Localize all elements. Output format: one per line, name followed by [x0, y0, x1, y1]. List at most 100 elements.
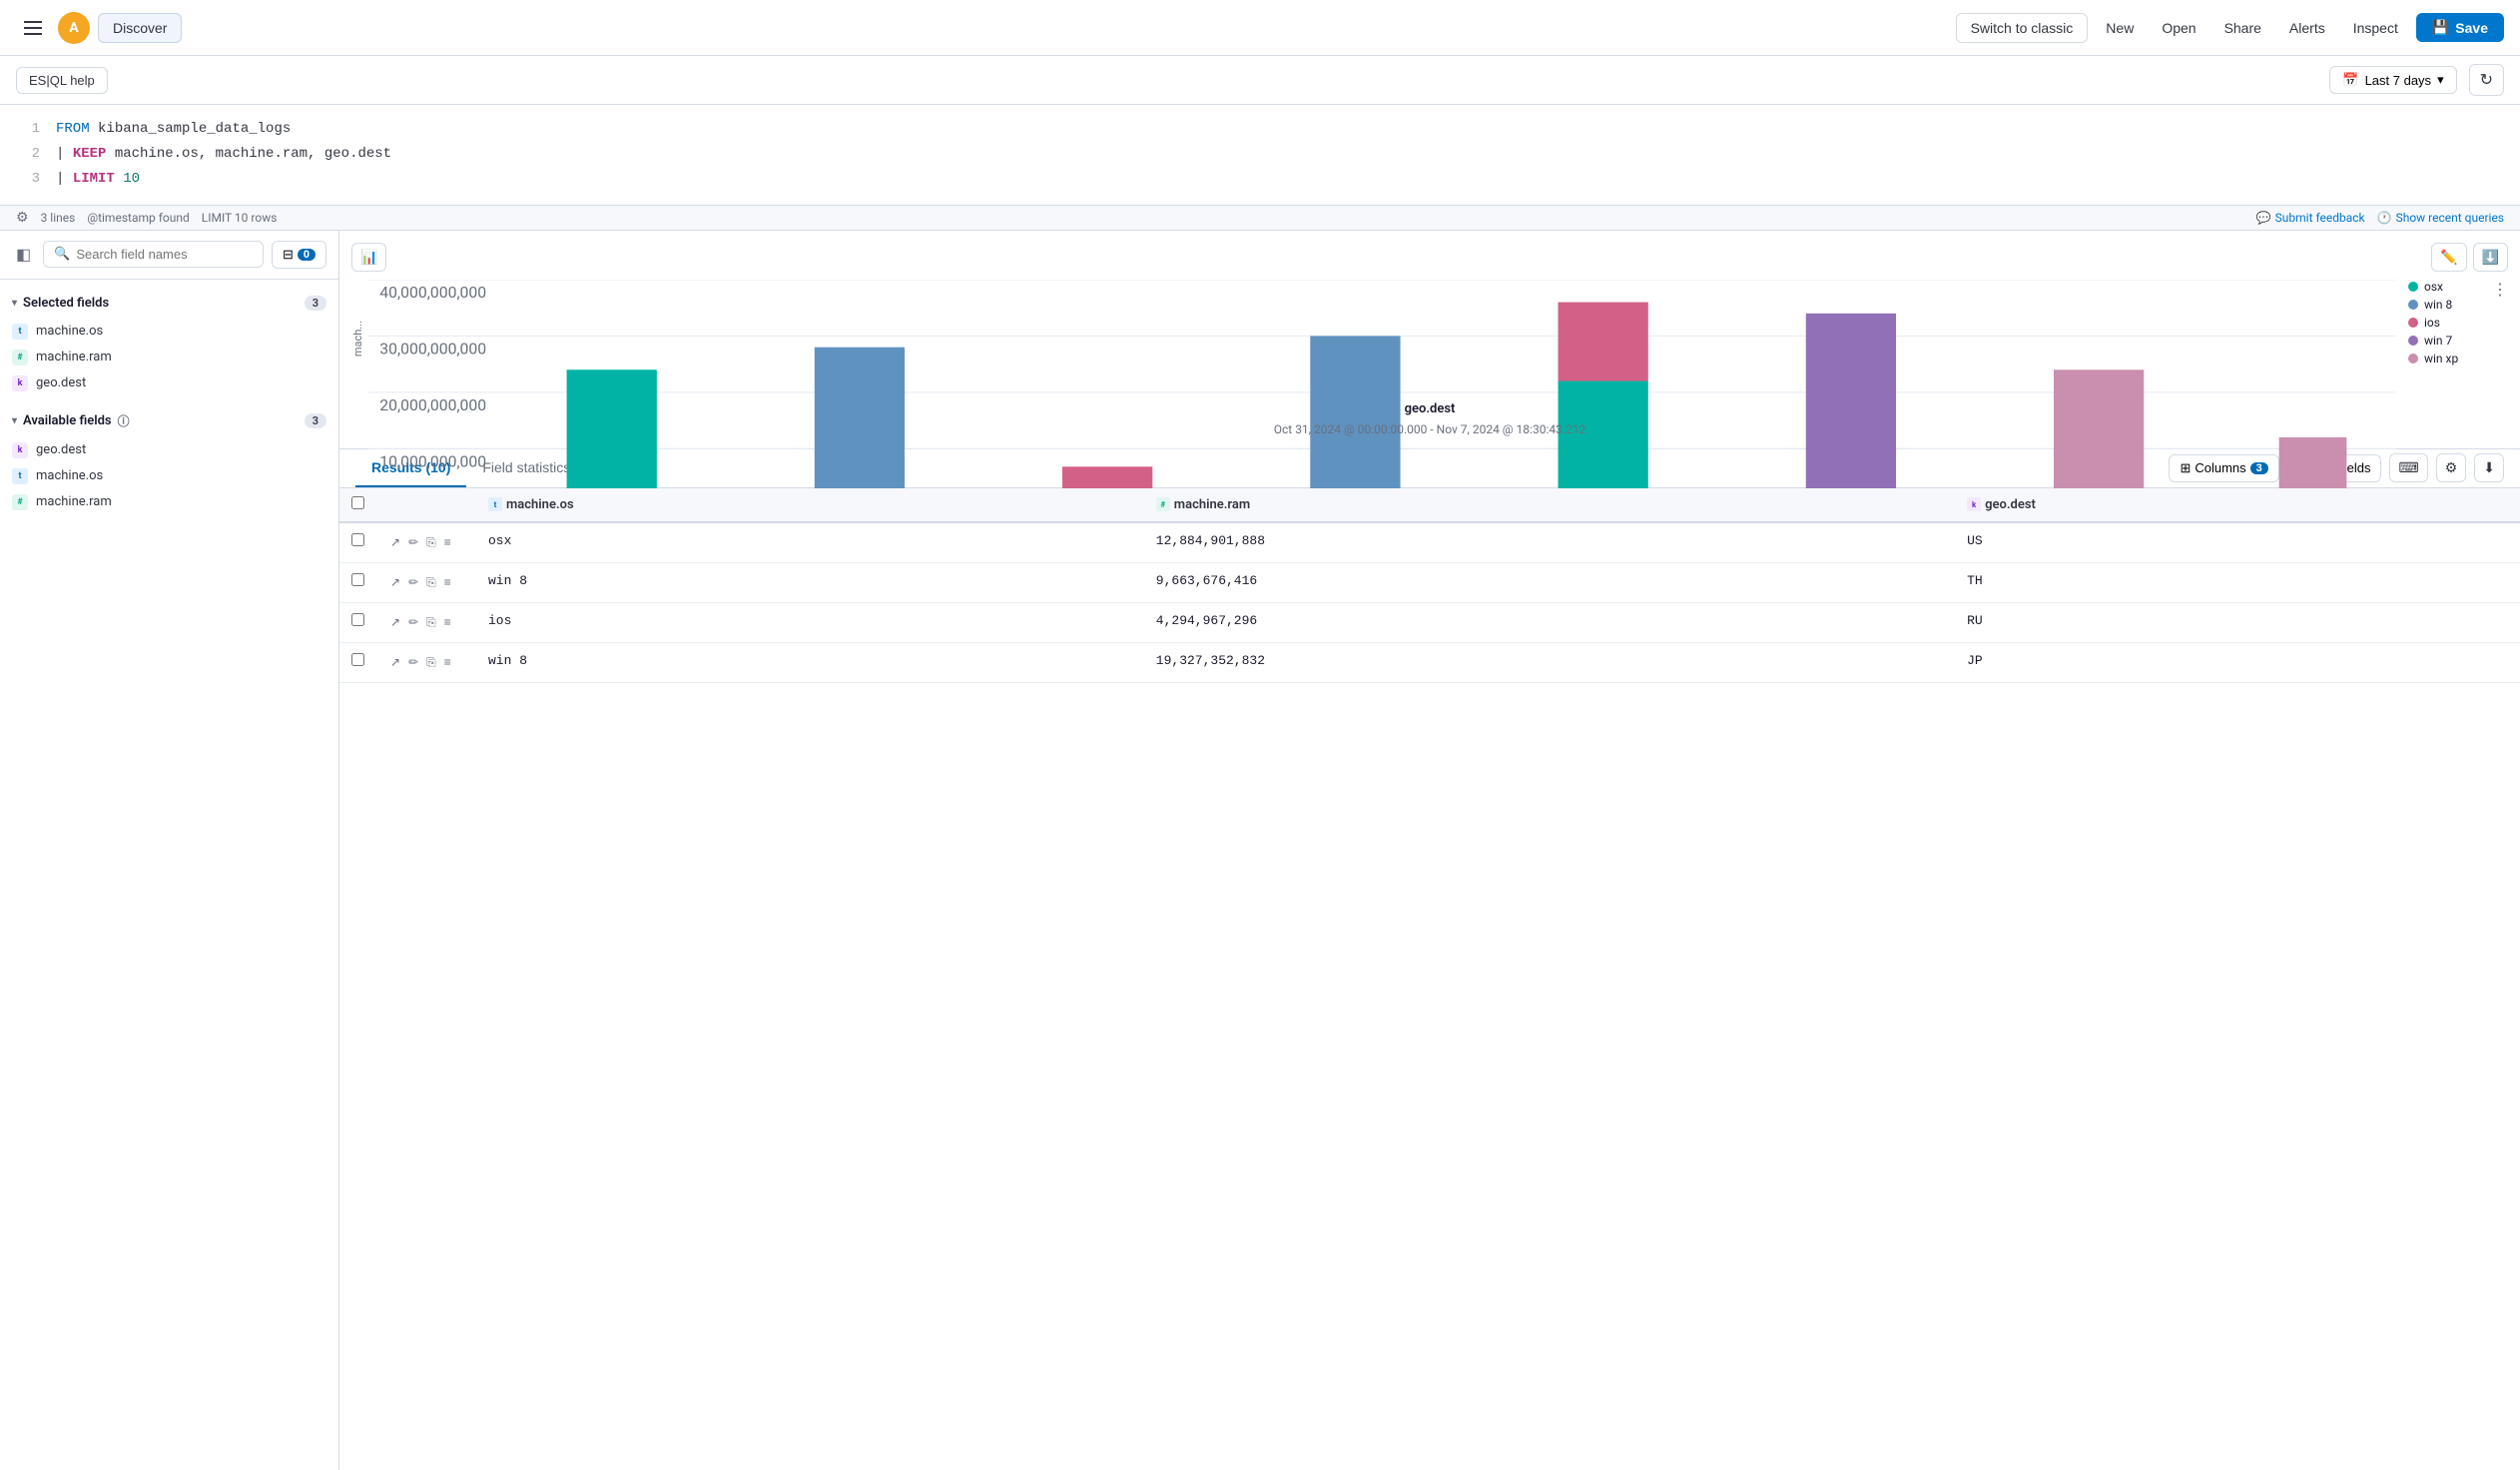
expand-row-button[interactable]: ↗ — [388, 613, 402, 631]
cell-machine-os: win 8 — [476, 562, 1144, 602]
more-row-button[interactable]: ≡ — [442, 613, 453, 631]
row-checkbox[interactable] — [351, 653, 364, 666]
chart-toggle-button[interactable]: 📊 — [351, 243, 386, 272]
copy-row-button[interactable]: ⎘ — [424, 573, 438, 592]
status-icon: ⚙ — [16, 210, 29, 226]
submit-feedback-link[interactable]: 💬 Submit feedback — [2256, 211, 2365, 225]
cell-machine-ram: 19,327,352,832 — [1144, 642, 1955, 682]
field-item-machine-ram-available[interactable]: # machine.ram — [0, 489, 338, 515]
type-badge-hash: # — [12, 494, 28, 510]
row-checkbox-cell — [339, 522, 376, 563]
hamburger-menu[interactable] — [16, 13, 50, 43]
status-bar: ⚙ 3 lines @timestamp found LIMIT 10 rows… — [0, 206, 2520, 231]
chart-download-button[interactable]: ⬇️ — [2473, 243, 2508, 272]
th-machine-ram: # machine.ram — [1144, 488, 1955, 522]
row-checkbox[interactable] — [351, 533, 364, 546]
edit-row-button[interactable]: ✏ — [406, 653, 420, 671]
date-picker-button[interactable]: 📅 Last 7 days ▾ — [2329, 66, 2456, 94]
legend-win7: win 7 — [2408, 334, 2488, 348]
cell-machine-os: osx — [476, 522, 1144, 563]
editor-line-1: 1 FROM kibana_sample_data_logs — [20, 117, 2500, 142]
chart-area: 📊 ✏️ ⬇️ mach... — [339, 231, 2520, 449]
type-badge-t: t — [12, 468, 28, 484]
discover-button[interactable]: Discover — [98, 13, 182, 43]
row-actions-cell: ↗ ✏ ⎘ ≡ — [376, 642, 476, 682]
filter-button[interactable]: ⊟ 0 — [272, 241, 326, 269]
table-row: ↗ ✏ ⎘ ≡ osx 12,884,901,888 US — [339, 522, 2520, 563]
timestamp-info: @timestamp found — [87, 211, 189, 225]
th-actions — [376, 488, 476, 522]
expand-row-button[interactable]: ↗ — [388, 533, 402, 551]
row-checkbox-cell — [339, 602, 376, 642]
legend-menu-button[interactable]: ⋮ — [2492, 280, 2508, 300]
col-type-k: k — [1967, 497, 1981, 511]
more-row-button[interactable]: ≡ — [442, 573, 453, 591]
editor-line-3: 3 | LIMIT 10 — [20, 167, 2500, 192]
available-fields-count: 3 — [305, 413, 326, 428]
search-box[interactable]: 🔍 — [43, 241, 264, 268]
copy-row-button[interactable]: ⎘ — [424, 613, 438, 632]
show-queries-link[interactable]: 🕐 Show recent queries — [2377, 211, 2504, 225]
available-fields-header[interactable]: ▾ Available fields ⓘ 3 — [0, 404, 338, 437]
esql-help-button[interactable]: ES|QL help — [16, 67, 108, 94]
query-editor[interactable]: 1 FROM kibana_sample_data_logs 2 | KEEP … — [0, 105, 2520, 206]
type-badge-k: k — [12, 442, 28, 458]
edit-row-button[interactable]: ✏ — [406, 613, 420, 631]
chart-toolbar: 📊 ✏️ ⬇️ — [351, 243, 2508, 272]
more-row-button[interactable]: ≡ — [442, 653, 453, 671]
row-checkbox[interactable] — [351, 613, 364, 626]
cell-machine-ram: 4,294,967,296 — [1144, 602, 1955, 642]
inspect-button[interactable]: Inspect — [2343, 14, 2408, 42]
field-item-geo-dest-available[interactable]: k geo.dest — [0, 437, 338, 463]
svg-text:10,000,000,000: 10,000,000,000 — [379, 451, 486, 470]
data-table: t machine.os # machine.ram — [339, 488, 2520, 683]
field-item-machine-ram-selected[interactable]: # machine.ram — [0, 345, 338, 370]
field-toggle-button[interactable]: ◧ — [12, 241, 35, 269]
selected-fields-count: 3 — [305, 296, 326, 311]
clock-icon: 🕐 — [2377, 211, 2392, 225]
expand-row-button[interactable]: ↗ — [388, 573, 402, 591]
search-icon: 🔍 — [54, 247, 70, 262]
svg-text:20,000,000,000: 20,000,000,000 — [379, 394, 486, 413]
row-checkbox[interactable] — [351, 573, 364, 586]
cell-geo-dest: JP — [1955, 642, 2520, 682]
field-item-geo-dest-selected[interactable]: k geo.dest — [0, 370, 338, 396]
open-button[interactable]: Open — [2152, 14, 2205, 42]
chart-edit-button[interactable]: ✏️ — [2431, 243, 2466, 272]
select-all-checkbox[interactable] — [351, 496, 364, 509]
edit-row-button[interactable]: ✏ — [406, 533, 420, 551]
edit-row-button[interactable]: ✏ — [406, 573, 420, 591]
top-navbar: A Discover Switch to classic New Open Sh… — [0, 0, 2520, 56]
legend-win8: win 8 — [2408, 298, 2488, 312]
save-icon: 💾 — [2432, 19, 2449, 36]
th-checkbox — [339, 488, 376, 522]
copy-row-button[interactable]: ⎘ — [424, 653, 438, 672]
th-geo-dest: k geo.dest — [1955, 488, 2520, 522]
alerts-button[interactable]: Alerts — [2279, 14, 2335, 42]
sidebar: ◧ 🔍 ⊟ 0 ▾ Selected fields 3 t machine. — [0, 231, 339, 1470]
switch-classic-button[interactable]: Switch to classic — [1956, 13, 2089, 43]
copy-row-button[interactable]: ⎘ — [424, 533, 438, 552]
more-row-button[interactable]: ≡ — [442, 533, 453, 551]
field-item-machine-os-selected[interactable]: t machine.os — [0, 319, 338, 345]
refresh-button[interactable]: ↻ — [2469, 64, 2504, 96]
new-button[interactable]: New — [2096, 14, 2144, 42]
search-input[interactable] — [76, 247, 253, 262]
cell-geo-dest: TH — [1955, 562, 2520, 602]
th-machine-os: t machine.os — [476, 488, 1144, 522]
legend-ios: ios — [2408, 316, 2488, 330]
cell-machine-os: win 8 — [476, 642, 1144, 682]
settings-button[interactable]: ⚙ — [2436, 453, 2467, 482]
save-button[interactable]: 💾 Save — [2416, 13, 2504, 42]
editor-line-2: 2 | KEEP machine.os, machine.ram, geo.de… — [20, 142, 2500, 167]
download-button[interactable]: ⬇ — [2474, 453, 2504, 482]
cell-machine-os: ios — [476, 602, 1144, 642]
selected-fields-header[interactable]: ▾ Selected fields 3 — [0, 288, 338, 319]
feedback-icon: 💬 — [2256, 211, 2271, 225]
row-checkbox-cell — [339, 562, 376, 602]
available-info-icon: ⓘ — [118, 412, 130, 429]
calendar-icon: 📅 — [2342, 72, 2358, 88]
expand-row-button[interactable]: ↗ — [388, 653, 402, 671]
field-item-machine-os-available[interactable]: t machine.os — [0, 463, 338, 489]
share-button[interactable]: Share — [2214, 14, 2271, 42]
